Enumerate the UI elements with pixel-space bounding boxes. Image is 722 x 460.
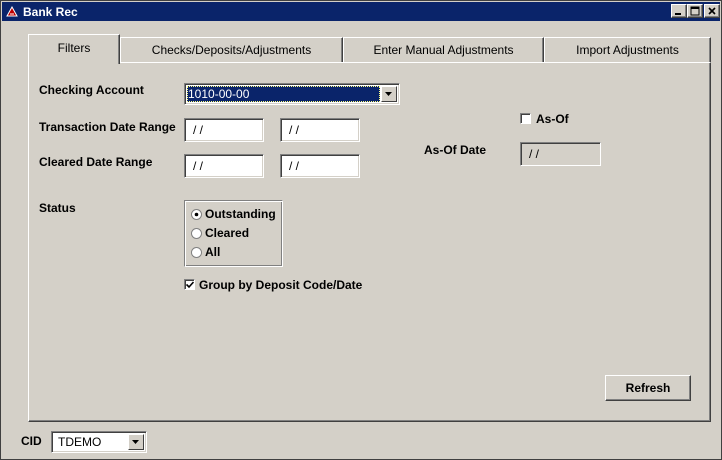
chevron-down-icon — [385, 92, 392, 96]
minimize-icon — [675, 13, 681, 15]
refresh-button[interactable]: Refresh — [605, 375, 691, 401]
transaction-date-from-input[interactable]: / / — [184, 118, 264, 142]
tab-filters[interactable]: Filters — [28, 34, 120, 64]
tab-enter-manual-adjustments[interactable]: Enter Manual Adjustments — [343, 37, 544, 63]
as-of-date-label: As-Of Date — [424, 143, 487, 157]
radio-label: Cleared — [205, 226, 250, 240]
transaction-date-range-label: Transaction Date Range — [39, 120, 176, 134]
tab-import-adjustments[interactable]: Import Adjustments — [544, 37, 711, 63]
dropdown-button[interactable] — [128, 434, 144, 450]
as-of-date-input[interactable]: / / — [520, 142, 601, 166]
close-icon — [708, 7, 716, 15]
dropdown-button[interactable] — [381, 86, 397, 102]
radio-label: Outstanding — [205, 207, 276, 221]
radio-icon — [191, 228, 202, 239]
tab-label: Import Adjustments — [576, 43, 679, 57]
cid-value: TDEMO — [58, 435, 102, 449]
minimize-button[interactable] — [671, 4, 687, 18]
checking-account-select[interactable]: 1010-00-00 — [184, 83, 400, 105]
maximize-icon — [690, 6, 700, 16]
status-radio-group: Outstanding Cleared All — [184, 200, 283, 267]
tab-label: Enter Manual Adjustments — [373, 43, 514, 57]
checking-account-label: Checking Account — [39, 83, 144, 97]
tab-label: Checks/Deposits/Adjustments — [151, 43, 312, 57]
cleared-date-range-label: Cleared Date Range — [39, 155, 153, 169]
window-title: Bank Rec — [23, 5, 78, 19]
maximize-button[interactable] — [687, 4, 703, 18]
transaction-date-to-input[interactable]: / / — [280, 118, 360, 142]
app-icon — [6, 5, 18, 17]
as-of-label: As-Of — [536, 112, 569, 126]
bank-rec-window: Bank Rec Filters Checks/Deposits/Adjustm… — [0, 0, 722, 460]
as-of-checkbox[interactable] — [520, 113, 531, 124]
chevron-down-icon — [132, 440, 139, 444]
filters-panel — [28, 62, 711, 422]
radio-icon — [191, 247, 202, 258]
cid-select[interactable]: TDEMO — [51, 431, 147, 453]
title-bar[interactable]: Bank Rec — [2, 2, 720, 21]
group-by-deposit-label: Group by Deposit Code/Date — [199, 278, 363, 292]
checking-account-value: 1010-00-00 — [187, 86, 380, 102]
status-label: Status — [39, 201, 76, 215]
tab-label: Filters — [57, 41, 91, 55]
cid-label: CID — [21, 434, 42, 448]
cleared-date-from-input[interactable]: / / — [184, 154, 264, 178]
tab-checks-deposits-adjustments[interactable]: Checks/Deposits/Adjustments — [120, 37, 343, 63]
close-button[interactable] — [704, 4, 720, 18]
radio-label: All — [205, 245, 221, 259]
radio-selected-icon — [191, 209, 202, 220]
cleared-date-to-input[interactable]: / / — [280, 154, 360, 178]
group-by-deposit-checkbox[interactable] — [184, 279, 195, 290]
checkmark-icon — [186, 281, 194, 289]
